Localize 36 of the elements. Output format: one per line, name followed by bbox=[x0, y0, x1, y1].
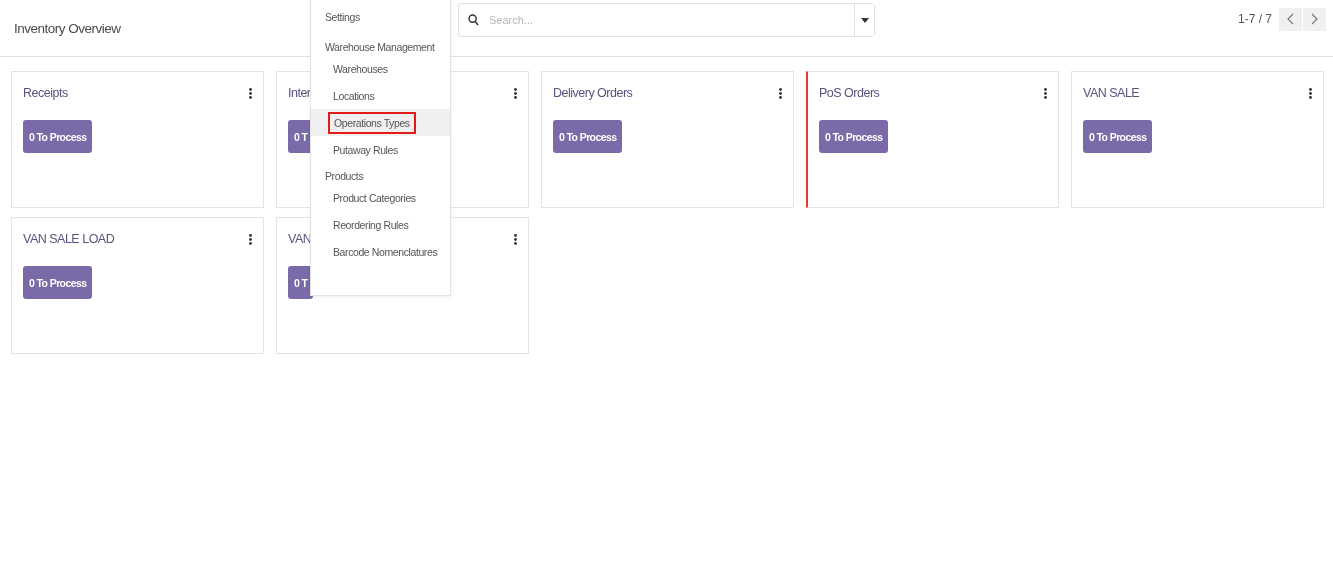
card-title[interactable]: Delivery Orders bbox=[553, 86, 633, 100]
menu-item[interactable]: Barcode Nomenclatures bbox=[311, 238, 450, 265]
more-options-icon[interactable] bbox=[514, 234, 517, 245]
to-process-button[interactable]: 0 To Process bbox=[23, 120, 93, 153]
menu-section-header: Products bbox=[324, 169, 365, 183]
more-options-icon[interactable] bbox=[1044, 88, 1047, 99]
caret-icon bbox=[860, 17, 869, 23]
more-options-icon[interactable] bbox=[1309, 88, 1312, 99]
card-title[interactable]: VAN SALE bbox=[1083, 86, 1140, 100]
menu-item[interactable]: Product Categories bbox=[311, 184, 450, 211]
chevron-left-icon bbox=[1287, 13, 1294, 25]
menu-item[interactable]: Operations Types bbox=[311, 109, 450, 136]
search-bar[interactable]: Search... bbox=[458, 3, 875, 37]
more-options-icon[interactable] bbox=[249, 88, 252, 99]
to-process-button[interactable]: 0 To Process bbox=[819, 120, 889, 153]
more-options-icon[interactable] bbox=[779, 88, 782, 99]
card-title[interactable]: Inter bbox=[288, 86, 311, 100]
to-process-button[interactable]: 0 To Process bbox=[1083, 120, 1153, 153]
menu-item[interactable]: Warehouses bbox=[311, 55, 450, 82]
card-title[interactable]: PoS Orders bbox=[819, 86, 880, 100]
to-process-button[interactable]: 0 To Process bbox=[553, 120, 623, 153]
page-title: Inventory Overview bbox=[14, 20, 122, 36]
to-process-button[interactable]: 0 To Process bbox=[23, 266, 93, 299]
card-title[interactable]: Receipts bbox=[23, 86, 68, 100]
menu-item[interactable]: Settings bbox=[311, 7, 450, 27]
card-title[interactable]: VAN SALE LOAD bbox=[23, 232, 115, 246]
menu-item[interactable]: Locations bbox=[311, 82, 450, 109]
dropdown-toggle[interactable] bbox=[854, 4, 874, 36]
chevron-right-icon bbox=[1311, 13, 1318, 25]
menu-item[interactable]: Reordering Rules bbox=[311, 211, 450, 238]
more-options-icon[interactable] bbox=[514, 88, 517, 99]
menu-item[interactable]: Putaway Rules bbox=[311, 136, 450, 163]
menu-section-header: Warehouse Management bbox=[324, 40, 436, 54]
search-icon bbox=[468, 14, 479, 26]
pager-range: 1-7 / 7 bbox=[1237, 12, 1272, 26]
more-options-icon[interactable] bbox=[249, 234, 252, 245]
